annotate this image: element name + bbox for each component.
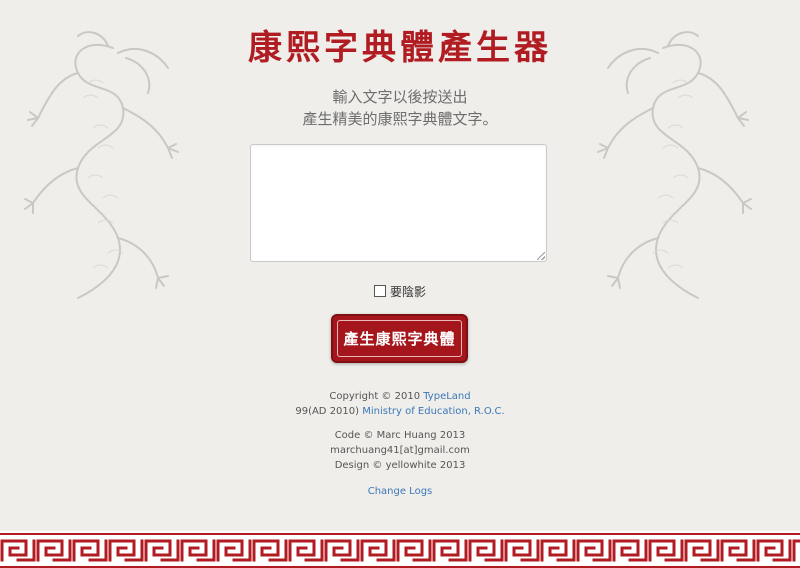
moe-link[interactable]: Ministry of Education, R.O.C. — [362, 406, 504, 417]
footer-credits: Code © Marc Huang 2013 marchuang41[at]gm… — [0, 428, 800, 473]
fret-pattern-icon — [0, 535, 800, 566]
greek-key-border — [0, 531, 800, 568]
typeland-link[interactable]: TypeLand — [423, 391, 470, 402]
instruction-line-1: 輸入文字以後按送出 — [332, 88, 468, 106]
code-credit: Code © Marc Huang 2013 — [334, 430, 466, 441]
design-credit: Design © yellowhite 2013 — [334, 460, 466, 471]
footer-changelog: Change Logs — [0, 484, 800, 499]
copyright-text: Copyright © 2010 — [329, 391, 421, 402]
shadow-option[interactable]: 要陰影 — [0, 283, 800, 300]
dragon-illustration-right — [597, 31, 752, 299]
instruction-line-2: 產生精美的康熙字典體文字。 — [302, 110, 498, 128]
footer-copyright: Copyright © 2010 TypeLand 99(AD 2010) Mi… — [0, 389, 800, 419]
changelog-link[interactable]: Change Logs — [368, 486, 433, 497]
dragon-illustration-left — [24, 31, 179, 299]
shadow-checkbox-label: 要陰影 — [389, 285, 426, 299]
text-input-area[interactable] — [250, 144, 547, 262]
resize-handle-icon[interactable] — [537, 252, 545, 260]
contact-email: marchuang41[at]gmail.com — [330, 445, 470, 456]
page-title: 康熙字典體產生器 — [248, 28, 552, 68]
generate-button[interactable]: 產生康熙字典體 — [331, 314, 468, 363]
shadow-checkbox[interactable] — [373, 285, 386, 297]
generate-button-label: 產生康熙字典體 — [337, 320, 462, 357]
moe-prefix: 99(AD 2010) — [295, 406, 360, 417]
